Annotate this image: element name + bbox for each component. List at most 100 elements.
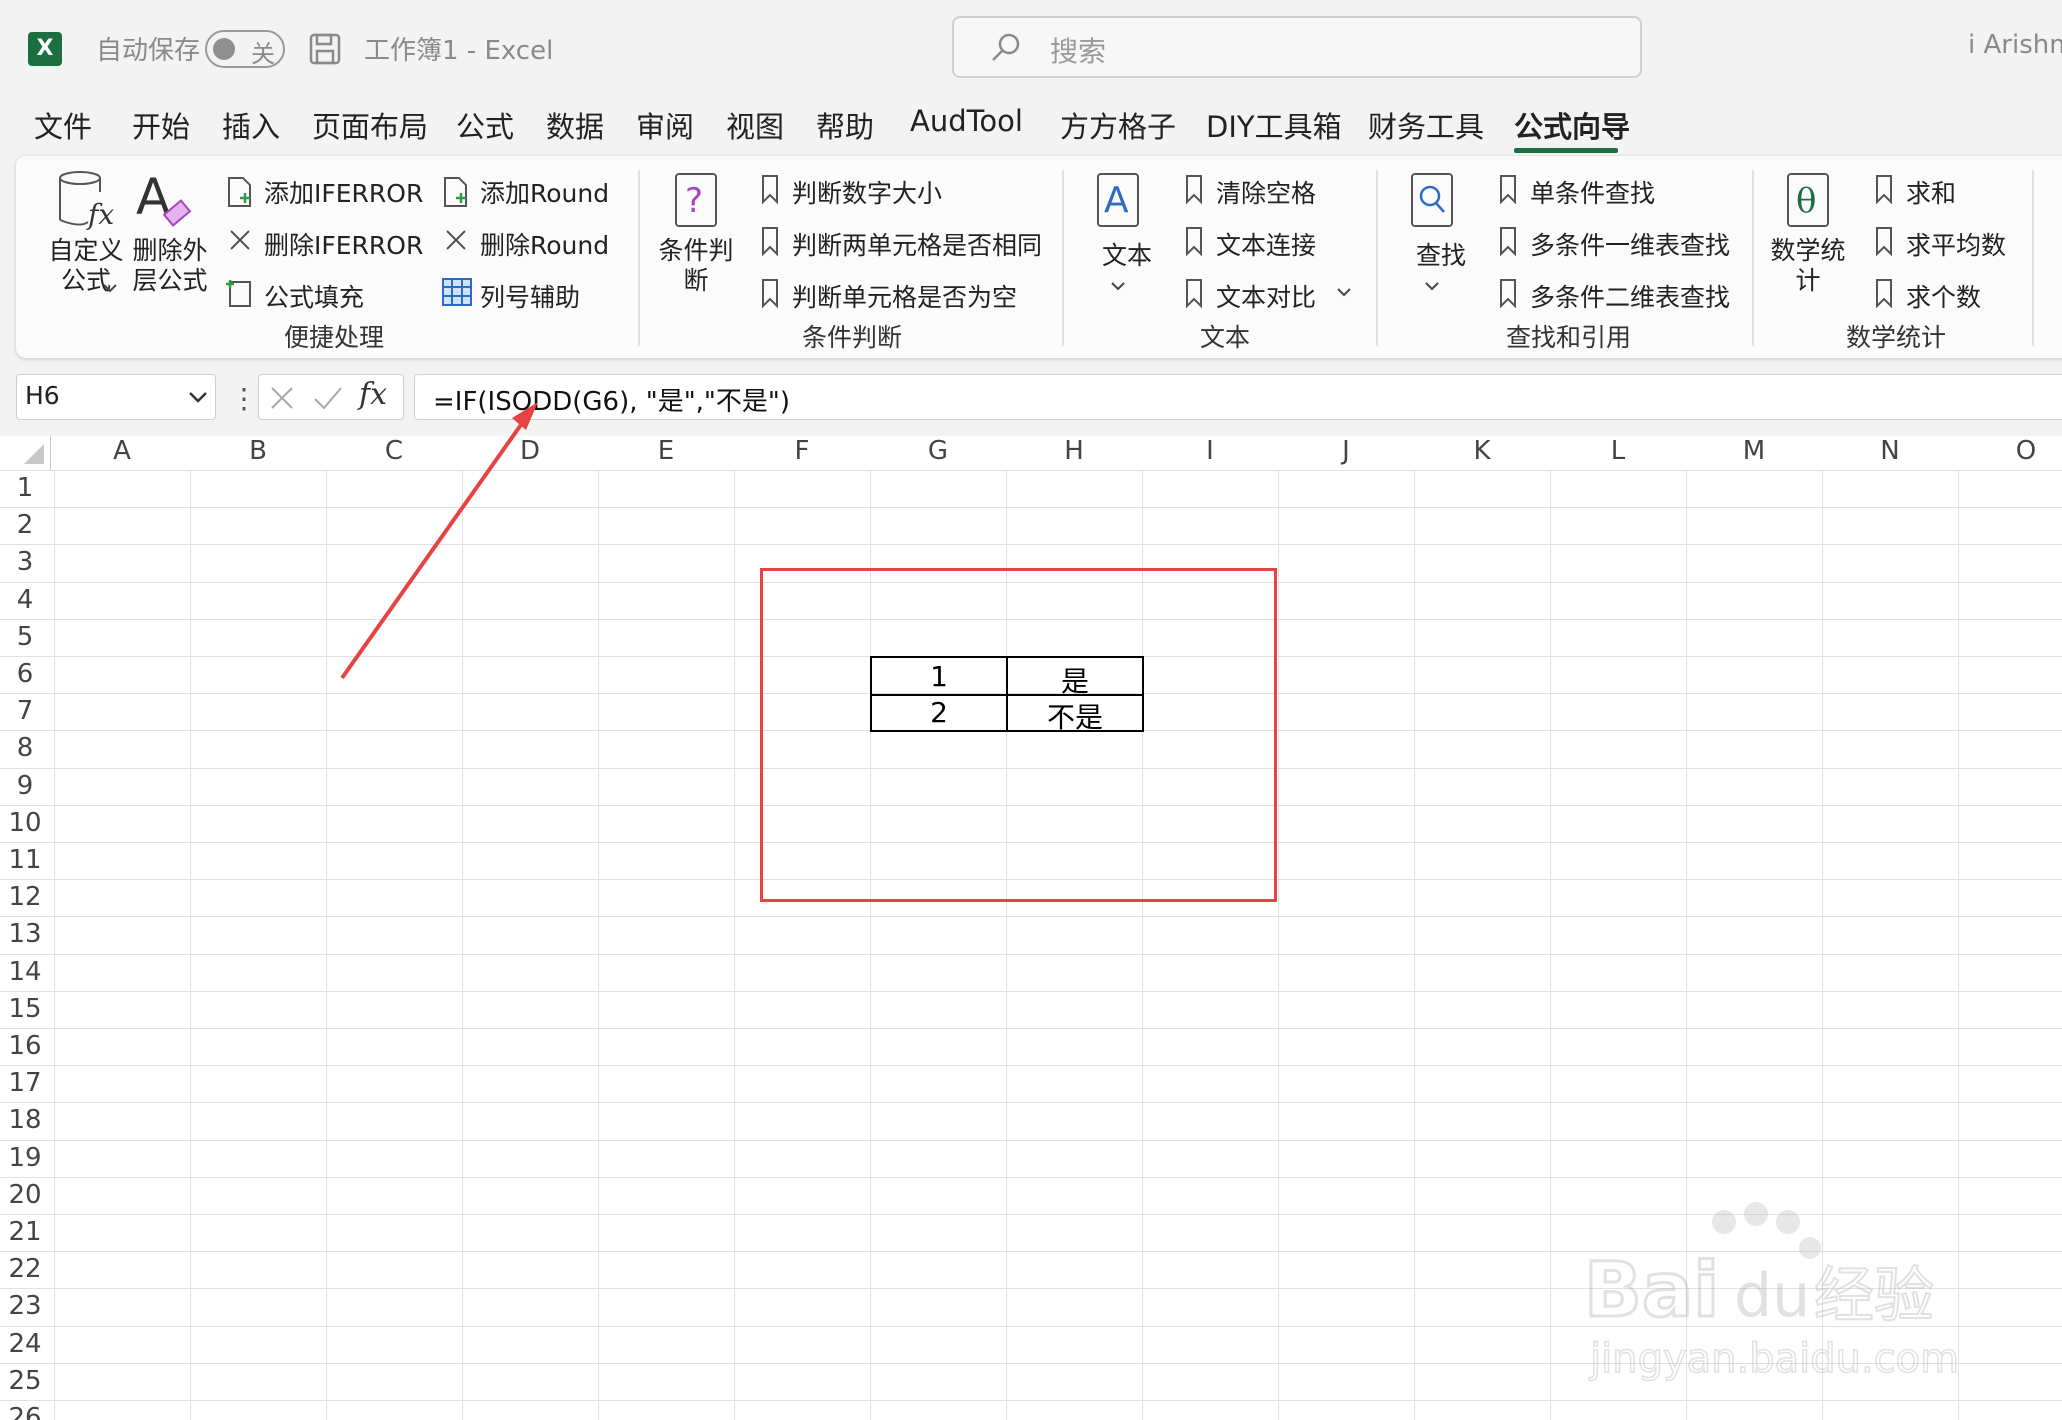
row-header-17[interactable]: 17 [0, 1065, 50, 1102]
autosave-label: 自动保存 [96, 36, 201, 66]
column-header-O[interactable]: O [1958, 436, 2062, 471]
tab-page-layout[interactable]: 页面布局 [312, 104, 428, 146]
tab-help[interactable]: 帮助 [816, 104, 874, 146]
add-round-button[interactable]: 添加Round [480, 174, 609, 210]
row-header-1[interactable]: 1 [0, 470, 50, 507]
active-tab-indicator [1514, 148, 1618, 153]
group-separator [2032, 170, 2034, 346]
column-header-N[interactable]: N [1822, 436, 1958, 471]
grid-hline [0, 953, 2062, 955]
add-iferror-button[interactable]: 添加IFERROR [264, 174, 423, 210]
lookup-item-2[interactable]: 多条件二维表查找 [1530, 278, 1730, 314]
row-header-26[interactable]: 26 [0, 1400, 50, 1420]
row-header-21[interactable]: 21 [0, 1214, 50, 1251]
tab-finance[interactable]: 财务工具 [1368, 104, 1484, 146]
stats-button[interactable]: 数学统计 [1768, 236, 1848, 296]
grid-hline [0, 1400, 2062, 1401]
tab-fangfang[interactable]: 方方格子 [1060, 104, 1176, 146]
tab-view[interactable]: 视图 [726, 104, 784, 146]
tab-review[interactable]: 审阅 [636, 104, 694, 146]
condition-button[interactable]: 条件判断 [656, 236, 736, 296]
search-box[interactable]: 搜索 [952, 16, 1642, 78]
row-header-19[interactable]: 19 [0, 1140, 50, 1177]
user-name[interactable]: i Arishm [1968, 30, 2062, 60]
row-header-18[interactable]: 18 [0, 1102, 50, 1139]
grid-vline [1550, 470, 1551, 1420]
row-header-12[interactable]: 12 [0, 879, 50, 916]
lookup-item-1[interactable]: 多条件一维表查找 [1530, 226, 1730, 262]
formula-input[interactable]: =IF(ISODD(G6), "是","不是") [414, 374, 2062, 420]
column-header-K[interactable]: K [1414, 436, 1550, 471]
lookup-button[interactable]: 查找 [1416, 236, 1466, 272]
row-header-24[interactable]: 24 [0, 1326, 50, 1363]
column-header-A[interactable]: A [54, 436, 190, 471]
row-header-14[interactable]: 14 [0, 954, 50, 991]
text-item-1[interactable]: 文本连接 [1216, 226, 1316, 262]
tab-formula-wizard[interactable]: 公式向导 [1514, 104, 1630, 146]
stats-item-0[interactable]: 求和 [1906, 174, 1956, 210]
condition-item-2[interactable]: 判断单元格是否为空 [792, 278, 1017, 314]
column-header-J[interactable]: J [1278, 436, 1414, 471]
select-all-corner[interactable] [0, 436, 51, 471]
row-header-8[interactable]: 8 [0, 730, 50, 767]
group-label-stats: 数学统计 [1846, 323, 1947, 352]
column-header-B[interactable]: B [190, 436, 326, 471]
column-helper-button[interactable]: 列号辅助 [480, 278, 580, 314]
save-icon[interactable] [308, 32, 342, 66]
column-header-M[interactable]: M [1686, 436, 1822, 471]
row-header-10[interactable]: 10 [0, 805, 50, 842]
fill-formula-icon [226, 280, 251, 307]
row-header-7[interactable]: 7 [0, 693, 50, 730]
close-icon [230, 230, 250, 250]
row-header-6[interactable]: 6 [0, 656, 50, 693]
condition-item-1[interactable]: 判断两单元格是否相同 [792, 226, 1042, 262]
delete-iferror-button[interactable]: 删除IFERROR [264, 226, 423, 262]
formula-fill-button[interactable]: 公式填充 [264, 278, 364, 314]
row-header-23[interactable]: 23 [0, 1288, 50, 1325]
text-button[interactable]: 文本 [1102, 236, 1152, 272]
grid-vline [1278, 470, 1279, 1420]
column-header-F[interactable]: F [734, 436, 870, 471]
column-header-H[interactable]: H [1006, 436, 1142, 471]
row-header-22[interactable]: 22 [0, 1251, 50, 1288]
more-options-icon[interactable]: ⋮ [230, 382, 258, 415]
row-header-3[interactable]: 3 [0, 544, 50, 581]
row-header-11[interactable]: 11 [0, 842, 50, 879]
row-header-2[interactable]: 2 [0, 507, 50, 544]
row-header-9[interactable]: 9 [0, 768, 50, 805]
delete-round-button[interactable]: 删除Round [480, 226, 609, 262]
tab-diy-toolbox[interactable]: DIY工具箱 [1206, 104, 1342, 146]
text-item-0[interactable]: 清除空格 [1216, 174, 1316, 210]
row-header-13[interactable]: 13 [0, 916, 50, 953]
eraser-text-icon: A [136, 168, 192, 227]
text-item-2[interactable]: 文本对比 [1216, 278, 1316, 314]
stats-item-1[interactable]: 求平均数 [1906, 226, 2006, 262]
row-header-5[interactable]: 5 [0, 619, 50, 656]
autosave-toggle[interactable]: 关 [205, 30, 285, 68]
stats-item-2[interactable]: 求个数 [1906, 278, 1981, 314]
grid-hline [0, 990, 2062, 992]
row-header-15[interactable]: 15 [0, 991, 50, 1028]
tab-home[interactable]: 开始 [132, 104, 190, 146]
column-header-G[interactable]: G [870, 436, 1006, 471]
lookup-item-0[interactable]: 单条件查找 [1530, 174, 1655, 210]
grid-hline [0, 470, 2062, 471]
row-header-25[interactable]: 25 [0, 1363, 50, 1400]
tab-data[interactable]: 数据 [546, 104, 604, 146]
cancel-icon[interactable] [269, 385, 295, 411]
row-header-20[interactable]: 20 [0, 1177, 50, 1214]
name-box[interactable]: H6 [16, 374, 216, 420]
column-header-I[interactable]: I [1142, 436, 1278, 471]
row-header-4[interactable]: 4 [0, 582, 50, 619]
chevron-down-icon [103, 284, 117, 293]
delete-outer-formula-button[interactable]: 删除外层公式 [132, 236, 208, 296]
row-header-16[interactable]: 16 [0, 1028, 50, 1065]
tab-formulas[interactable]: 公式 [456, 104, 514, 146]
column-header-L[interactable]: L [1550, 436, 1686, 471]
tab-file[interactable]: 文件 [34, 104, 92, 146]
chevron-down-icon[interactable] [1336, 286, 1352, 298]
tab-audtool[interactable]: AudTool [910, 104, 1023, 138]
column-header-E[interactable]: E [598, 436, 734, 471]
tab-insert[interactable]: 插入 [222, 104, 280, 146]
condition-item-0[interactable]: 判断数字大小 [792, 174, 942, 210]
